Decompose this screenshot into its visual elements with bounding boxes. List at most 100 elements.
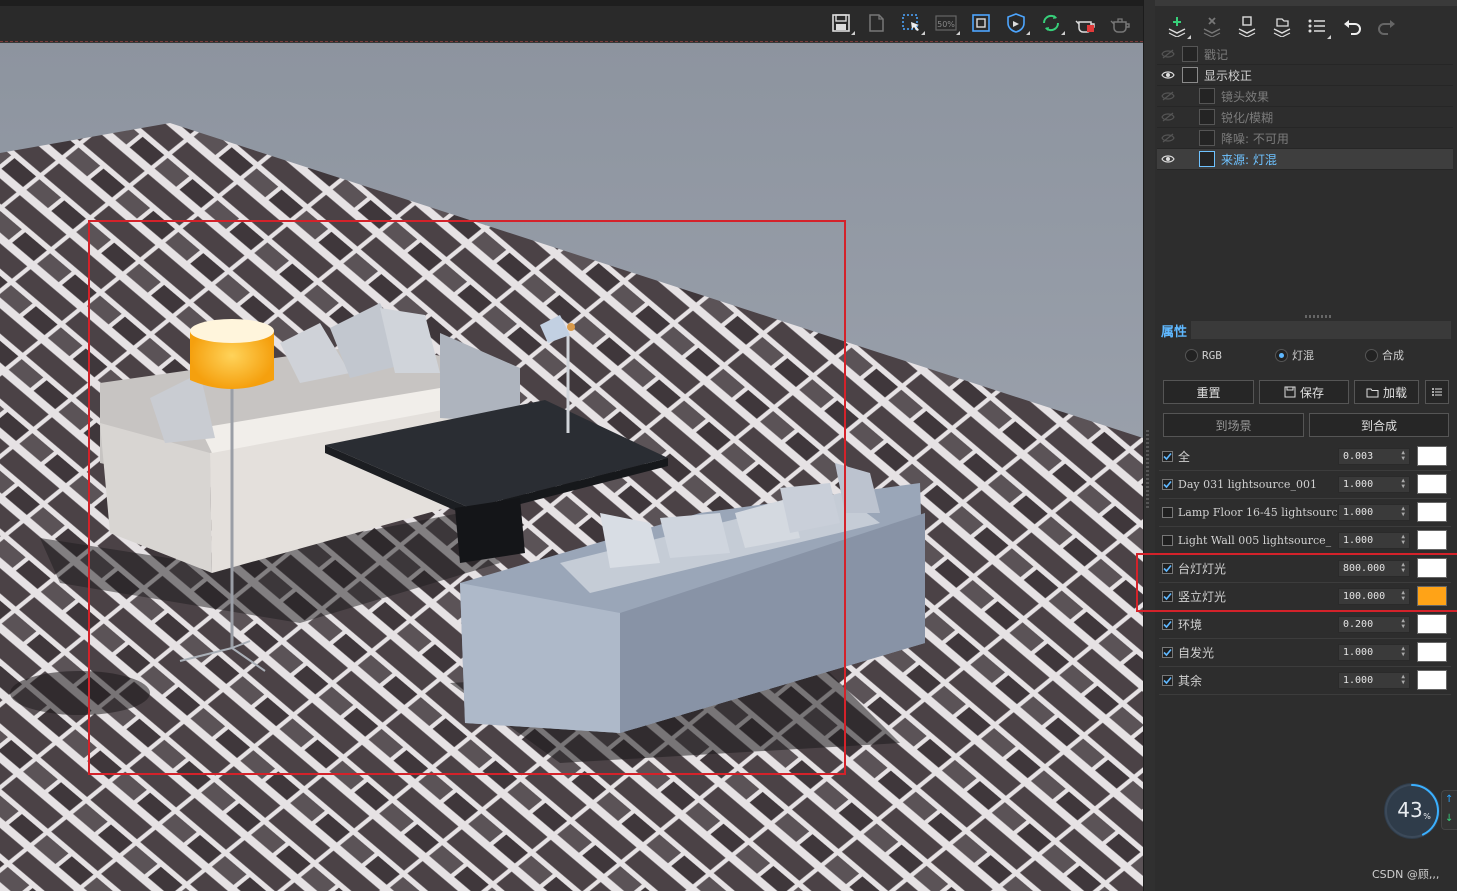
- light-intensity-value: 0.003: [1343, 451, 1374, 462]
- radio-dot[interactable]: [1365, 348, 1378, 362]
- viewport-toolbar: 50%: [0, 0, 1143, 42]
- light-checkbox[interactable]: [1162, 535, 1173, 546]
- spinner-arrows-icon[interactable]: ▲ ▼: [1401, 450, 1405, 462]
- light-intensity-spinner[interactable]: 0.003 ▲ ▼: [1338, 448, 1410, 465]
- layer-row[interactable]: 来源: 灯混: [1157, 149, 1453, 170]
- section-splitter[interactable]: [1305, 315, 1333, 318]
- spinner-arrows-icon[interactable]: ▲ ▼: [1401, 618, 1405, 630]
- light-color-swatch[interactable]: [1417, 670, 1447, 690]
- undo-icon[interactable]: [1336, 12, 1368, 40]
- light-intensity-spinner[interactable]: 1.000 ▲ ▼: [1338, 476, 1410, 493]
- arrow-up-icon[interactable]: ↑: [1445, 794, 1453, 805]
- refresh-icon[interactable]: [1035, 9, 1067, 37]
- light-color-swatch[interactable]: [1417, 614, 1447, 634]
- light-color-swatch[interactable]: [1417, 642, 1447, 662]
- save-copy-icon[interactable]: [860, 9, 892, 37]
- stamp-icon: [1182, 46, 1198, 62]
- panel-splitter[interactable]: [1143, 0, 1155, 891]
- eye-hidden-icon[interactable]: [1157, 133, 1179, 143]
- mode-radio[interactable]: RGB: [1185, 347, 1275, 363]
- light-intensity-spinner[interactable]: 1.000 ▲ ▼: [1338, 532, 1410, 549]
- radio-dot[interactable]: [1275, 348, 1288, 362]
- properties-title: 属性: [1161, 324, 1188, 340]
- teapot-icon[interactable]: [1105, 9, 1137, 37]
- rendered-scene-image: [0, 43, 1143, 891]
- light-intensity-value: 1.000: [1343, 507, 1374, 518]
- light-checkbox[interactable]: [1162, 647, 1173, 658]
- spinner-arrows-icon[interactable]: ▲ ▼: [1401, 646, 1405, 658]
- light-intensity-spinner[interactable]: 1.000 ▲ ▼: [1338, 644, 1410, 661]
- properties-header: 属性: [1157, 320, 1453, 340]
- layer-row[interactable]: 降噪: 不可用: [1157, 128, 1453, 149]
- light-intensity-value: 0.200: [1343, 619, 1374, 630]
- light-checkbox[interactable]: [1162, 675, 1173, 686]
- layer-row[interactable]: 镜头效果: [1157, 86, 1453, 107]
- mode-label: 合成: [1382, 349, 1404, 362]
- spinner-arrows-icon[interactable]: ▲ ▼: [1401, 478, 1405, 490]
- reset-button[interactable]: 重置: [1163, 380, 1254, 404]
- spinner-arrows-icon[interactable]: ▲ ▼: [1401, 534, 1405, 546]
- mode-radio[interactable]: 灯混: [1275, 347, 1365, 363]
- light-name: 自发光: [1178, 646, 1215, 660]
- progress-arrows[interactable]: ↑ ↓: [1441, 790, 1457, 830]
- arrow-down-icon[interactable]: ↓: [1445, 813, 1453, 824]
- eye-icon[interactable]: [1157, 154, 1179, 164]
- light-intensity-spinner[interactable]: 1.000 ▲ ▼: [1338, 504, 1410, 521]
- spinner-arrows-icon[interactable]: ▲ ▼: [1401, 506, 1405, 518]
- eye-icon[interactable]: [1157, 70, 1179, 80]
- layers-list: 戳记 显示校正 镜头效果 锐化/模糊 降噪: 不可用 来源: 灯混: [1157, 44, 1453, 170]
- light-intensity-spinner[interactable]: 1.000 ▲ ▼: [1338, 672, 1410, 689]
- spinner-arrows-icon[interactable]: ▲ ▼: [1401, 674, 1405, 686]
- light-checkbox[interactable]: [1162, 451, 1173, 462]
- light-checkbox[interactable]: [1162, 479, 1173, 490]
- redo-icon[interactable]: [1371, 12, 1403, 40]
- light-checkbox[interactable]: [1162, 619, 1173, 630]
- lightmix-icon: [1199, 151, 1215, 167]
- layer-row[interactable]: 锐化/模糊: [1157, 107, 1453, 128]
- eye-hidden-icon[interactable]: [1157, 112, 1179, 122]
- to-scene-button[interactable]: 到场景: [1163, 413, 1304, 437]
- teapot-render-icon[interactable]: [1070, 9, 1102, 37]
- light-row: 其余 1.000 ▲ ▼: [1159, 667, 1451, 695]
- light-color-swatch[interactable]: [1417, 446, 1447, 466]
- render-shield-icon[interactable]: [1000, 9, 1032, 37]
- load-layers-icon[interactable]: [1266, 12, 1298, 40]
- light-row: Lamp Floor 16-45 lightsource 1.000 ▲ ▼: [1159, 499, 1451, 527]
- light-color-swatch[interactable]: [1417, 474, 1447, 494]
- resolution-icon[interactable]: 50%: [930, 9, 962, 37]
- list-icon[interactable]: [1301, 12, 1333, 40]
- options-button[interactable]: [1425, 380, 1449, 404]
- delete-layer-icon[interactable]: [1196, 12, 1228, 40]
- save-icon[interactable]: [825, 9, 857, 37]
- watermark-text: CSDN @顾,,,: [1372, 868, 1440, 881]
- add-layer-icon[interactable]: [1161, 12, 1193, 40]
- highlight-box: [1136, 553, 1457, 612]
- light-row: Light Wall 005 lightsource_ 1.000 ▲ ▼: [1159, 527, 1451, 555]
- light-color-swatch[interactable]: [1417, 502, 1447, 522]
- region-select-icon[interactable]: [895, 9, 927, 37]
- mode-radio[interactable]: 合成: [1365, 347, 1455, 363]
- viewport-title-strip: [0, 0, 1143, 6]
- curve-icon: [1182, 67, 1198, 83]
- light-name: Day 031 lightsource_001: [1178, 478, 1317, 491]
- light-name: Lamp Floor 16-45 lightsource: [1178, 506, 1338, 519]
- load-button[interactable]: 加载: [1354, 380, 1419, 404]
- light-color-swatch[interactable]: [1417, 530, 1447, 550]
- layers-toolbar: [1161, 12, 1403, 40]
- to-composite-button[interactable]: 到合成: [1309, 413, 1449, 437]
- render-viewport: 50%: [0, 0, 1143, 891]
- save-button[interactable]: 保存: [1259, 380, 1349, 404]
- eye-hidden-icon[interactable]: [1157, 49, 1179, 59]
- render-progress-ring: 43 %: [1383, 782, 1441, 840]
- eye-hidden-icon[interactable]: [1157, 91, 1179, 101]
- layer-row[interactable]: 戳记: [1157, 44, 1453, 65]
- frame-icon[interactable]: [965, 9, 997, 37]
- to-composite-label: 到合成: [1360, 418, 1397, 433]
- light-intensity-spinner[interactable]: 0.200 ▲ ▼: [1338, 616, 1410, 633]
- save-layers-icon[interactable]: [1231, 12, 1263, 40]
- light-name: 环境: [1178, 618, 1203, 632]
- sharpen-icon: [1199, 109, 1215, 125]
- light-checkbox[interactable]: [1162, 507, 1173, 518]
- radio-dot[interactable]: [1185, 348, 1198, 362]
- layer-row[interactable]: 显示校正: [1157, 65, 1453, 86]
